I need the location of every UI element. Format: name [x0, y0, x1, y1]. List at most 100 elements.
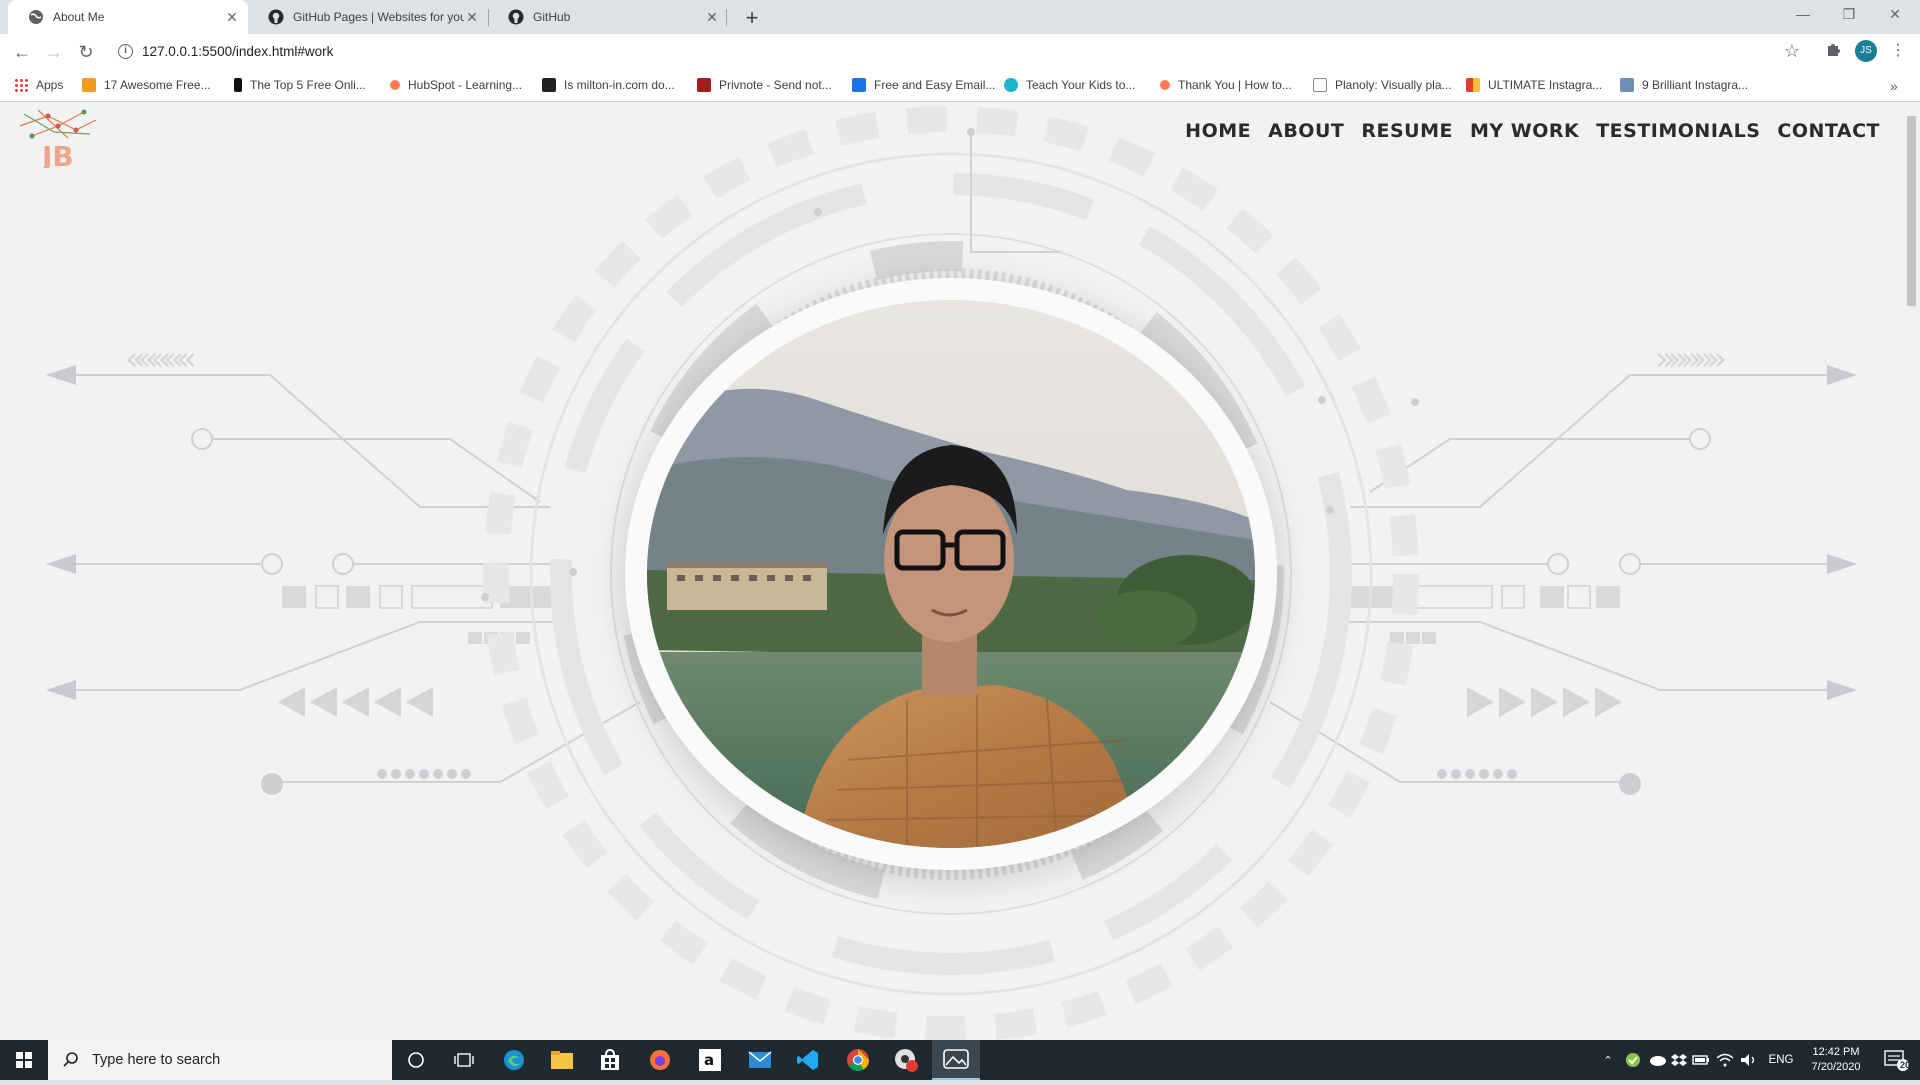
onedrive-cloud-icon[interactable]: [1646, 1040, 1668, 1080]
tab-strip: About Me ✕ GitHub Pages | Websites for y…: [0, 0, 1920, 34]
tab-title: GitHub: [533, 10, 571, 24]
reload-icon[interactable]: ↻: [72, 38, 100, 66]
close-tab-icon[interactable]: ✕: [464, 9, 480, 26]
tab-title: GitHub Pages | Websites for you: [293, 10, 464, 24]
close-tab-icon[interactable]: ✕: [704, 9, 720, 26]
windows-taskbar: Type here to search a ⌃ ENG 12:42 PM 7/2…: [0, 1040, 1920, 1080]
bookmark-star-icon[interactable]: ☆: [1784, 41, 1800, 62]
profile-avatar[interactable]: JS: [1855, 40, 1879, 64]
bookmark-item[interactable]: 17 Awesome Free...: [82, 78, 211, 92]
close-tab-icon[interactable]: ✕: [224, 9, 240, 26]
bookmark-label: Privnote - Send not...: [719, 78, 832, 92]
nav-contact[interactable]: CONTACT: [1777, 120, 1880, 142]
bookmark-item[interactable]: ULTIMATE Instagra...: [1466, 78, 1602, 92]
tab-about-me[interactable]: About Me ✕: [8, 0, 248, 34]
privnote-icon: [697, 78, 711, 92]
search-placeholder: Type here to search: [92, 1052, 221, 1068]
nav-home[interactable]: HOME: [1185, 120, 1251, 142]
notification-count: 20: [1900, 1060, 1911, 1070]
apps-grid-icon: [14, 78, 28, 92]
show-hidden-icons-chevron[interactable]: ⌃: [1598, 1040, 1618, 1080]
nav-my-work[interactable]: MY WORK: [1470, 120, 1579, 142]
bookmark-item[interactable]: Planoly: Visually pla...: [1313, 78, 1452, 92]
clock[interactable]: 12:42 PM 7/20/2020: [1800, 1040, 1872, 1080]
bookmark-item[interactable]: HubSpot - Learning...: [390, 78, 522, 92]
store-icon[interactable]: [586, 1040, 634, 1080]
svg-text:«««««: «««««: [125, 339, 194, 379]
bookmark-item[interactable]: Thank You | How to...: [1160, 78, 1292, 92]
profile-portrait: [647, 300, 1255, 848]
photos-app-icon[interactable]: [932, 1040, 980, 1080]
security-check-icon[interactable]: [1622, 1040, 1644, 1080]
mail-icon[interactable]: [736, 1040, 784, 1080]
language-indicator[interactable]: ENG: [1764, 1040, 1798, 1080]
new-tab-button[interactable]: +: [738, 4, 766, 32]
m-icon: [542, 78, 556, 92]
bookmark-item[interactable]: Teach Your Kids to...: [1004, 78, 1135, 92]
address-bar[interactable]: i 127.0.0.1:5500/index.html#work ☆: [110, 37, 1800, 67]
battery-icon[interactable]: [1690, 1040, 1712, 1080]
forward-arrow-icon[interactable]: →: [40, 38, 68, 66]
tab-separator: [726, 9, 727, 26]
chrome-canary-icon[interactable]: [882, 1040, 930, 1080]
bookmark-label: Teach Your Kids to...: [1026, 78, 1136, 92]
tab-github[interactable]: GitHub ✕: [488, 0, 728, 34]
wifi-icon[interactable]: [1714, 1040, 1736, 1080]
nav-about[interactable]: ABOUT: [1268, 120, 1344, 142]
file-explorer-icon[interactable]: [538, 1040, 586, 1080]
scrollbar-thumb[interactable]: [1907, 116, 1916, 306]
hubspot-icon: [390, 80, 400, 90]
hubspot-icon: [1160, 80, 1170, 90]
menu-kebab-icon[interactable]: ⋮: [1888, 40, 1908, 64]
github-icon: [508, 9, 524, 25]
bookmarks-bar: Apps 17 Awesome Free... The Top 5 Free O…: [0, 70, 1920, 102]
search-icon: [63, 1052, 78, 1067]
bookmark-label: ULTIMATE Instagra...: [1488, 78, 1603, 92]
more-bookmarks-icon[interactable]: »: [1890, 78, 1898, 94]
volume-icon[interactable]: [1738, 1040, 1760, 1080]
windows-logo-icon: [16, 1052, 32, 1068]
email-icon: [852, 78, 866, 92]
page-viewport: ««««« »»»»» JB HOME ABOUT RESUME MY WORK…: [0, 102, 1920, 1040]
close-window-button[interactable]: ✕: [1872, 0, 1918, 30]
clock-date: 7/20/2020: [1811, 1061, 1861, 1073]
taskbar-search-box[interactable]: Type here to search: [48, 1040, 392, 1080]
site-logo[interactable]: JB: [18, 108, 98, 173]
page-scrollbar[interactable]: [1903, 102, 1920, 1040]
bookmark-label: Thank You | How to...: [1178, 78, 1292, 92]
task-view-icon[interactable]: [440, 1040, 488, 1080]
url-text: 127.0.0.1:5500/index.html#work: [142, 44, 334, 59]
nav-testimonials[interactable]: TESTIMONIALS: [1596, 120, 1760, 142]
bookmark-label: Free and Easy Email...: [874, 78, 996, 92]
amazon-icon[interactable]: a: [686, 1040, 734, 1080]
tab-title: About Me: [53, 10, 105, 24]
nav-resume[interactable]: RESUME: [1361, 120, 1453, 142]
p-icon: [1313, 78, 1327, 92]
bookmark-item[interactable]: Is milton-in.com do...: [542, 78, 675, 92]
firefox-icon[interactable]: [636, 1040, 684, 1080]
bookmark-apps[interactable]: Apps: [14, 78, 63, 92]
tab-github-pages[interactable]: GitHub Pages | Websites for you ✕: [248, 0, 488, 34]
info-icon[interactable]: i: [118, 44, 133, 59]
vscode-icon[interactable]: [784, 1040, 832, 1080]
instagram-icon: [1620, 78, 1634, 92]
browser-toolbar: ← → ↻ i 127.0.0.1:5500/index.html#work ☆…: [0, 34, 1920, 70]
action-center-icon[interactable]: 20: [1876, 1040, 1916, 1080]
chrome-icon[interactable]: [834, 1040, 882, 1080]
main-navigation: HOME ABOUT RESUME MY WORK TESTIMONIALS C…: [1185, 120, 1880, 142]
dropbox-icon[interactable]: [1668, 1040, 1690, 1080]
windows-start-button[interactable]: [0, 1040, 48, 1080]
cortana-icon[interactable]: [392, 1040, 440, 1080]
minimize-button[interactable]: —: [1780, 0, 1826, 30]
restore-button[interactable]: ❐: [1826, 0, 1872, 30]
portrait-photo: [647, 300, 1255, 848]
bookmark-label: Is milton-in.com do...: [564, 78, 675, 92]
bookmark-item[interactable]: Free and Easy Email...: [852, 78, 995, 92]
bookmark-item[interactable]: 9 Brilliant Instagra...: [1620, 78, 1748, 92]
bookmark-label: The Top 5 Free Onli...: [250, 78, 366, 92]
bookmark-item[interactable]: The Top 5 Free Onli...: [234, 78, 366, 92]
extensions-puzzle-icon[interactable]: [1822, 40, 1846, 64]
back-arrow-icon[interactable]: ←: [8, 38, 36, 66]
bookmark-item[interactable]: Privnote - Send not...: [697, 78, 832, 92]
edge-browser-icon[interactable]: [490, 1040, 538, 1080]
